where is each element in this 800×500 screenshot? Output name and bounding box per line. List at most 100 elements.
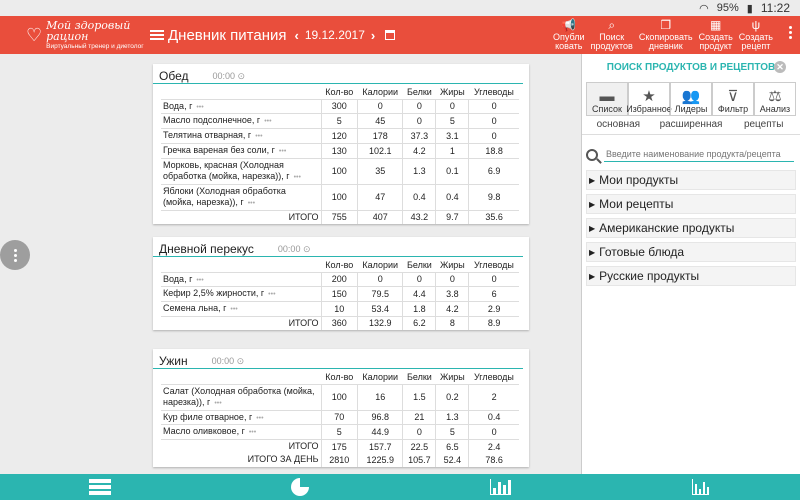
category-item[interactable]: ▶ Готовые блюда xyxy=(586,242,796,262)
food-name-cell[interactable]: Кур филе отварное, г ••• xyxy=(161,410,321,426)
meal-table: Кол-во Калории Белки Жиры Углеводы Вода, г •••… xyxy=(161,86,519,224)
diary-list-icon[interactable] xyxy=(88,477,112,497)
food-name-cell[interactable]: Морковь, красная (Холодная обработка (мо… xyxy=(161,158,321,185)
food-value: 35 xyxy=(357,158,403,185)
food-options-icon[interactable]: ••• xyxy=(268,291,275,298)
fork-knife-icon: ψ xyxy=(751,17,761,32)
action-label-line2: ковать xyxy=(555,41,583,51)
food-options-icon[interactable]: ••• xyxy=(214,400,221,407)
food-value: 150 xyxy=(320,286,358,302)
food-name-cell[interactable]: Гречка вареная без соли, г ••• xyxy=(161,143,321,159)
column-header: Калории xyxy=(357,371,403,385)
column-header: Кол-во xyxy=(321,86,358,100)
panel-tab-label: Фильтр xyxy=(717,104,749,114)
food-options-icon[interactable]: ••• xyxy=(248,200,255,207)
meal-name: Обед xyxy=(159,69,189,83)
food-options-icon[interactable]: ••• xyxy=(256,415,263,422)
food-value: 0.1 xyxy=(435,158,469,185)
menu-icon[interactable] xyxy=(150,30,164,40)
diary-main[interactable]: Обед 00:00 ⊙ Кол-во Калории Белки Жиры Углевод… xyxy=(0,54,581,474)
total-row: ИТОГО 175 157.7 22.5 6.5 2.4 xyxy=(161,439,519,454)
food-row[interactable]: Кефир 2,5% жирности, г ••• 150 79.5 4.4 3.8 6 xyxy=(161,286,519,302)
panel-tab-2[interactable]: 👥 Лидеры xyxy=(670,82,712,116)
food-options-icon[interactable]: ••• xyxy=(230,306,237,313)
food-value: 3.8 xyxy=(435,286,469,302)
food-name-cell[interactable]: Масло подсолнечное, г ••• xyxy=(161,113,321,129)
action-button-1[interactable]: ⌕ Поиск продуктов xyxy=(588,18,636,52)
food-row[interactable]: Яблоки (Холодная обработка (мойка, нарез… xyxy=(161,184,519,211)
food-options-icon[interactable]: ••• xyxy=(279,148,286,155)
action-button-3[interactable]: ▦ Создать продукт xyxy=(696,18,736,52)
panel-tab-1[interactable]: ★ Избранное xyxy=(626,82,672,116)
side-menu-handle-icon[interactable] xyxy=(0,240,30,270)
panel-tab-4[interactable]: ⚖ Анализ xyxy=(754,82,796,116)
food-row[interactable]: Салат (Холодная обработка (мойка, нарезк… xyxy=(161,384,519,411)
food-name-cell[interactable]: Кефир 2,5% жирности, г ••• xyxy=(161,286,321,302)
panel-tab-3[interactable]: ⊽ Фильтр xyxy=(712,82,754,116)
prev-day-icon[interactable]: ‹ xyxy=(294,28,298,43)
meal-header: Обед 00:00 ⊙ xyxy=(153,64,523,84)
total-value: 132.9 xyxy=(357,316,403,330)
expand-arrow-icon: ▶ xyxy=(589,175,596,185)
category-item[interactable]: ▶ Мои продукты xyxy=(586,170,796,190)
megaphone-icon: 📢 xyxy=(561,17,577,32)
food-value: 1 xyxy=(435,143,469,159)
food-name-cell[interactable]: Вода, г ••• xyxy=(161,99,321,115)
food-name-cell[interactable]: Семена льна, г ••• xyxy=(161,301,321,317)
food-name-cell[interactable]: Салат (Холодная обработка (мойка, нарезк… xyxy=(161,384,321,411)
meal-time[interactable]: 00:00 ⊙ xyxy=(212,71,245,82)
meal-card: Ужин 00:00 ⊙ Кол-во Калории Белки Жиры Углевод… xyxy=(153,349,529,467)
bar-chart-icon[interactable] xyxy=(488,477,512,497)
food-row[interactable]: Кур филе отварное, г ••• 70 96.8 21 1.3 0.4 xyxy=(161,410,519,426)
meal-time-value: 00:00 xyxy=(212,71,236,81)
food-name-cell[interactable]: Яблоки (Холодная обработка (мойка, нарез… xyxy=(161,184,321,211)
food-options-icon[interactable]: ••• xyxy=(196,104,203,111)
close-icon[interactable]: ✕ xyxy=(774,61,786,73)
action-button-4[interactable]: ψ Создать рецепт xyxy=(736,17,776,52)
panel-subtab-2[interactable]: рецепты xyxy=(727,117,800,134)
food-row[interactable]: Вода, г ••• 300 0 0 0 0 xyxy=(161,99,519,115)
action-button-2[interactable]: ❐ Скопировать дневник xyxy=(636,18,696,52)
column-header: Углеводы xyxy=(468,86,519,100)
food-name-cell[interactable]: Телятина отварная, г ••• xyxy=(161,128,321,144)
food-row[interactable]: Семена льна, г ••• 10 53.4 1.8 4.2 2.9 xyxy=(161,301,519,317)
food-options-icon[interactable]: ••• xyxy=(264,118,271,125)
action-button-0[interactable]: 📢 Опубли ковать xyxy=(550,17,588,52)
food-name-cell[interactable]: Вода, г ••• xyxy=(161,272,321,288)
calendar-icon[interactable] xyxy=(385,30,396,40)
column-header: Кол-во xyxy=(321,259,358,273)
food-name-cell[interactable]: Масло оливковое, г ••• xyxy=(161,424,321,440)
food-row[interactable]: Телятина отварная, г ••• 120 178 37.3 3.1 0 xyxy=(161,128,519,144)
food-options-icon[interactable]: ••• xyxy=(255,133,262,140)
total-value: 360 xyxy=(320,316,358,330)
food-options-icon[interactable]: ••• xyxy=(249,429,256,436)
food-value: 45 xyxy=(357,113,403,129)
panel-subtab-0[interactable]: основная xyxy=(582,117,655,134)
category-item[interactable]: ▶ Американские продукты xyxy=(586,218,796,238)
more-options-icon[interactable] xyxy=(789,26,792,39)
meal-time[interactable]: 00:00 ⊙ xyxy=(212,356,245,367)
wifi-icon: ◠ xyxy=(699,2,709,15)
current-date[interactable]: 19.12.2017 xyxy=(305,28,365,42)
food-options-icon[interactable]: ••• xyxy=(294,174,301,181)
pie-chart-icon[interactable] xyxy=(288,477,312,497)
meal-time[interactable]: 00:00 ⊙ xyxy=(278,244,311,255)
panel-tab-0[interactable]: ▬ Список xyxy=(586,82,628,116)
expand-arrow-icon: ▶ xyxy=(589,271,596,281)
category-item[interactable]: ▶ Русские продукты xyxy=(586,266,796,286)
product-search-input[interactable] xyxy=(604,147,794,162)
food-row[interactable]: Масло подсолнечное, г ••• 5 45 0 5 0 xyxy=(161,113,519,129)
brand-name: Мой здоровый рацион xyxy=(46,18,131,43)
food-row[interactable]: Масло оливковое, г ••• 5 44.9 0 5 0 xyxy=(161,424,519,440)
food-options-icon[interactable]: ••• xyxy=(196,277,203,284)
food-value: 4.2 xyxy=(402,143,436,159)
food-row[interactable]: Морковь, красная (Холодная обработка (мо… xyxy=(161,158,519,185)
next-day-icon[interactable]: › xyxy=(371,28,375,43)
food-value: 1.5 xyxy=(402,384,436,411)
line-chart-icon[interactable] xyxy=(688,477,712,497)
panel-subtab-1[interactable]: расширенная xyxy=(655,117,728,134)
food-row[interactable]: Гречка вареная без соли, г ••• 130 102.1 4.2… xyxy=(161,143,519,159)
expand-arrow-icon: ▶ xyxy=(589,199,596,209)
food-row[interactable]: Вода, г ••• 200 0 0 0 0 xyxy=(161,272,519,288)
category-item[interactable]: ▶ Мои рецепты xyxy=(586,194,796,214)
